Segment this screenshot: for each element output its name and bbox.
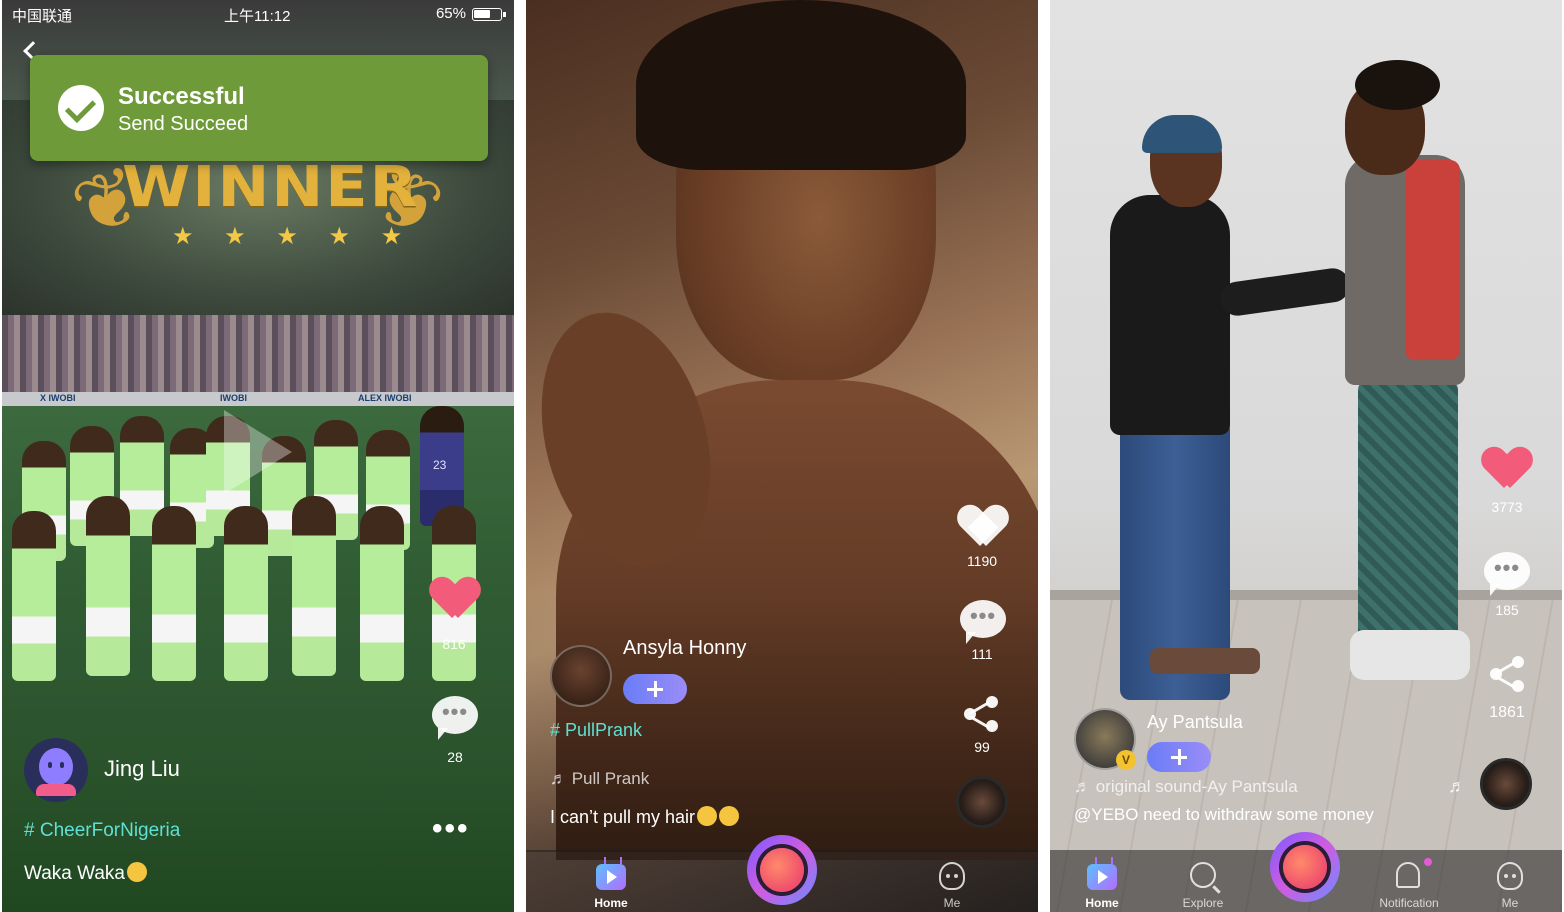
follow-plus-button[interactable] <box>623 674 687 704</box>
me-icon[interactable] <box>939 862 965 890</box>
music-disc-icon[interactable] <box>956 776 1008 828</box>
home-tv-icon[interactable] <box>1087 864 1117 890</box>
board-text: IWOBI <box>220 393 247 403</box>
video-scene <box>1218 266 1352 318</box>
tab-me[interactable]: Me <box>917 896 987 910</box>
checkmark-icon <box>58 85 104 131</box>
caption-text: I can’t pull my hair <box>550 807 696 827</box>
winner-title: WINNER <box>122 153 420 220</box>
record-button[interactable] <box>1270 832 1340 902</box>
laughing-emoji-icon <box>719 806 740 826</box>
like-heart-icon[interactable] <box>960 506 1006 548</box>
video-panel-1: ❦ ❦ WINNER ★ ★ ★ ★ ★ X IWOBI IWOBI ALEX … <box>2 0 514 912</box>
video-scene <box>1405 160 1460 360</box>
toast-subtitle: Send Succeed <box>118 113 249 135</box>
comment-count: 111 <box>971 646 993 662</box>
stadium-crowd <box>2 315 514 395</box>
jersey-number: 23 <box>433 458 447 472</box>
smile-emoji-icon <box>127 862 148 882</box>
username[interactable]: Ansyla Honny <box>623 637 746 660</box>
share-icon[interactable] <box>1490 656 1526 692</box>
clock-label: 上午11:12 <box>224 8 291 25</box>
caption-text: Waka Waka <box>24 863 126 884</box>
board-text: X IWOBI <box>40 393 76 403</box>
music-note-icon: ♬ <box>1448 776 1466 796</box>
username[interactable]: Ay Pantsula <box>1147 712 1243 733</box>
follow-plus-button[interactable] <box>1147 742 1211 772</box>
battery-fill <box>474 10 490 18</box>
tab-me[interactable]: Me <box>1475 896 1545 910</box>
video-scene <box>1150 648 1260 674</box>
toast-title: Successful <box>118 83 245 110</box>
battery-label: 65% <box>435 5 466 22</box>
comment-icon[interactable]: ••• <box>1484 552 1530 596</box>
board-text: ALEX IWOBI <box>358 393 412 403</box>
like-count: 3773 <box>1491 499 1523 515</box>
share-count: 1861 <box>1489 704 1525 721</box>
player-figure <box>292 496 336 676</box>
avatar[interactable] <box>24 738 88 802</box>
tab-explore[interactable]: Explore <box>1168 896 1238 910</box>
worried-emoji-icon <box>697 806 718 826</box>
like-count: 1190 <box>966 553 998 569</box>
share-count: 99 <box>974 739 990 755</box>
tab-home[interactable]: Home <box>1067 896 1137 910</box>
stars-icon: ★ ★ ★ ★ ★ <box>172 223 415 250</box>
video-scene <box>1110 195 1230 435</box>
avatar[interactable] <box>550 645 612 707</box>
battery-icon <box>472 8 502 21</box>
caption: I can’t pull my hair <box>550 806 740 828</box>
music-title[interactable]: ♬ original sound-Ay Pantsula <box>1074 777 1298 797</box>
like-count: 816 <box>442 636 466 652</box>
like-heart-icon[interactable] <box>1484 448 1530 490</box>
music-title[interactable]: ♬ Pull Prank <box>550 769 649 789</box>
video-scene <box>636 0 966 170</box>
video-panel-3: 3773 ••• 185 1861 V Ay Pantsula ♬ origin… <box>1050 0 1562 912</box>
bell-icon[interactable] <box>1396 862 1420 888</box>
hashtag-link[interactable]: # PullPrank <box>550 720 642 741</box>
username[interactable]: Jing Liu <box>104 756 180 782</box>
video-scene <box>1358 380 1458 670</box>
hashtag-link[interactable]: # CheerForNigeria <box>24 820 180 842</box>
notification-dot <box>1424 858 1432 866</box>
music-disc-icon[interactable] <box>1480 758 1532 810</box>
comment-count: 28 <box>447 749 463 765</box>
player-figure <box>12 511 56 681</box>
ad-board: X IWOBI IWOBI ALEX IWOBI <box>2 392 514 406</box>
tab-notification[interactable]: Notification <box>1372 896 1446 910</box>
video-panel-2: 1190 ••• 111 99 Ansyla Honny # PullPrank… <box>526 0 1038 912</box>
video-scene <box>1355 60 1440 110</box>
video-scene <box>1142 115 1222 153</box>
carrier-label: 中国联通 <box>12 8 73 25</box>
me-icon[interactable] <box>1497 862 1523 890</box>
comment-count: 185 <box>1495 602 1519 618</box>
success-toast: Successful Send Succeed <box>30 55 488 161</box>
search-icon[interactable] <box>1190 862 1216 888</box>
like-heart-icon[interactable] <box>432 578 478 620</box>
home-tv-icon[interactable] <box>596 864 626 890</box>
player-figure <box>86 496 130 676</box>
play-icon[interactable] <box>224 410 292 494</box>
comment-icon[interactable]: ••• <box>432 696 478 740</box>
comment-icon[interactable]: ••• <box>960 600 1006 644</box>
share-icon[interactable] <box>964 696 1000 732</box>
video-scene <box>1350 630 1470 680</box>
player-figure <box>224 506 268 681</box>
record-button[interactable] <box>747 835 817 905</box>
more-options-button[interactable]: ••• <box>432 812 470 846</box>
player-figure <box>360 506 404 681</box>
caption: @YEBO need to withdraw some money <box>1074 805 1374 824</box>
battery-cap <box>503 12 506 17</box>
caption: Waka Waka <box>24 862 148 885</box>
verified-badge: V <box>1116 750 1136 770</box>
player-figure <box>152 506 196 681</box>
status-bar: 中国联通 上午11:12 65% <box>2 0 514 28</box>
tab-home[interactable]: Home <box>576 896 646 910</box>
